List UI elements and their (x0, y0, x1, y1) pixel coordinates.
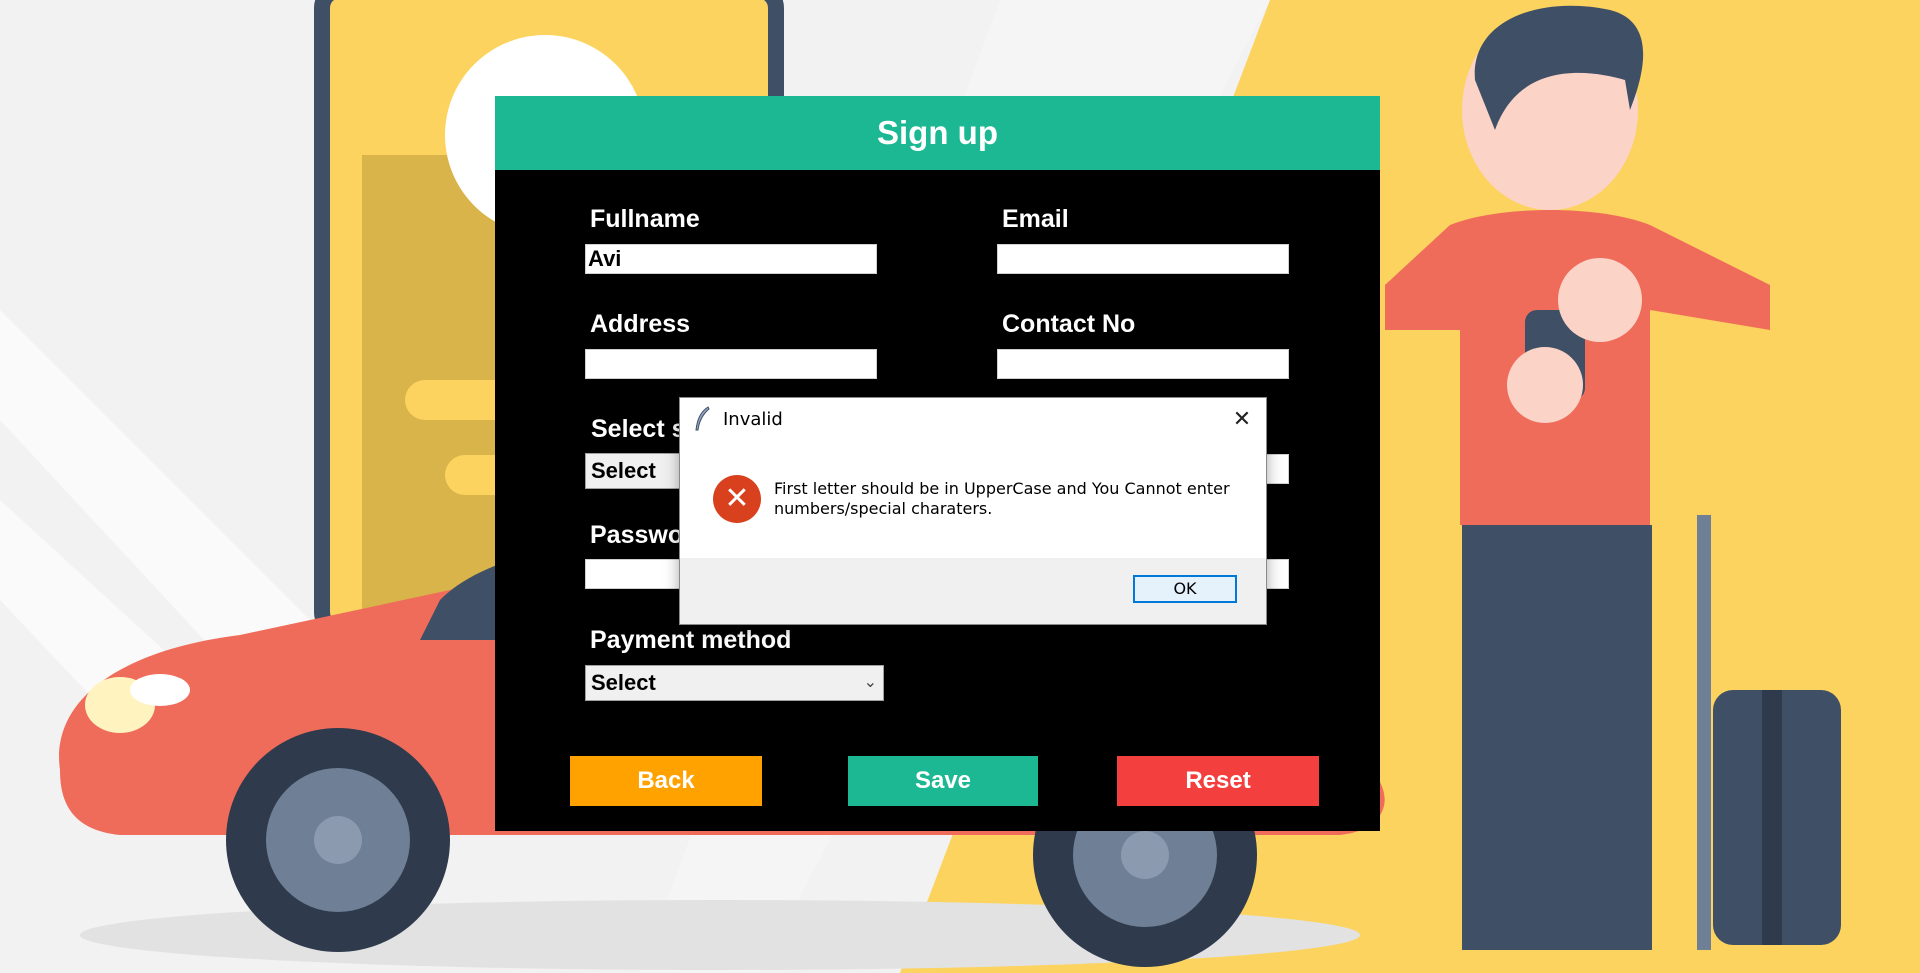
select-label: Select s (591, 415, 686, 443)
fullname-label: Fullname (590, 205, 700, 233)
payment-label: Payment method (590, 626, 792, 654)
address-label: Address (590, 310, 691, 338)
payment-combobox[interactable]: Select ⌄ (585, 665, 884, 701)
dialog-body: ✕ First letter should be in UpperCase an… (680, 443, 1266, 558)
form-title: Sign up (495, 96, 1380, 170)
dialog-footer: OK (680, 558, 1266, 624)
address-field[interactable] (585, 349, 877, 379)
chevron-down-icon: ⌄ (863, 674, 877, 691)
email-label: Email (1002, 205, 1069, 233)
feather-icon (694, 406, 712, 436)
save-button[interactable]: Save (848, 756, 1038, 806)
ok-button[interactable]: OK (1133, 575, 1237, 603)
dialog-title: Invalid (723, 409, 783, 430)
contact-label: Contact No (1002, 310, 1136, 338)
contact-field[interactable] (997, 349, 1289, 379)
dialog-message: First letter should be in UpperCase and … (774, 479, 1230, 518)
back-button[interactable]: Back (570, 756, 762, 806)
fullname-field[interactable]: Avi (585, 244, 877, 274)
payment-value: Select (591, 670, 656, 695)
select-value: Select (591, 458, 656, 483)
error-icon: ✕ (713, 475, 761, 523)
email-field[interactable] (997, 244, 1289, 274)
password-label: Passwo (590, 521, 684, 549)
invalid-dialog: Invalid ✕ ✕ First letter should be in Up… (679, 397, 1267, 625)
reset-button[interactable]: Reset (1117, 756, 1319, 806)
dialog-titlebar: Invalid ✕ (680, 398, 1266, 443)
close-icon[interactable]: ✕ (1228, 406, 1256, 434)
